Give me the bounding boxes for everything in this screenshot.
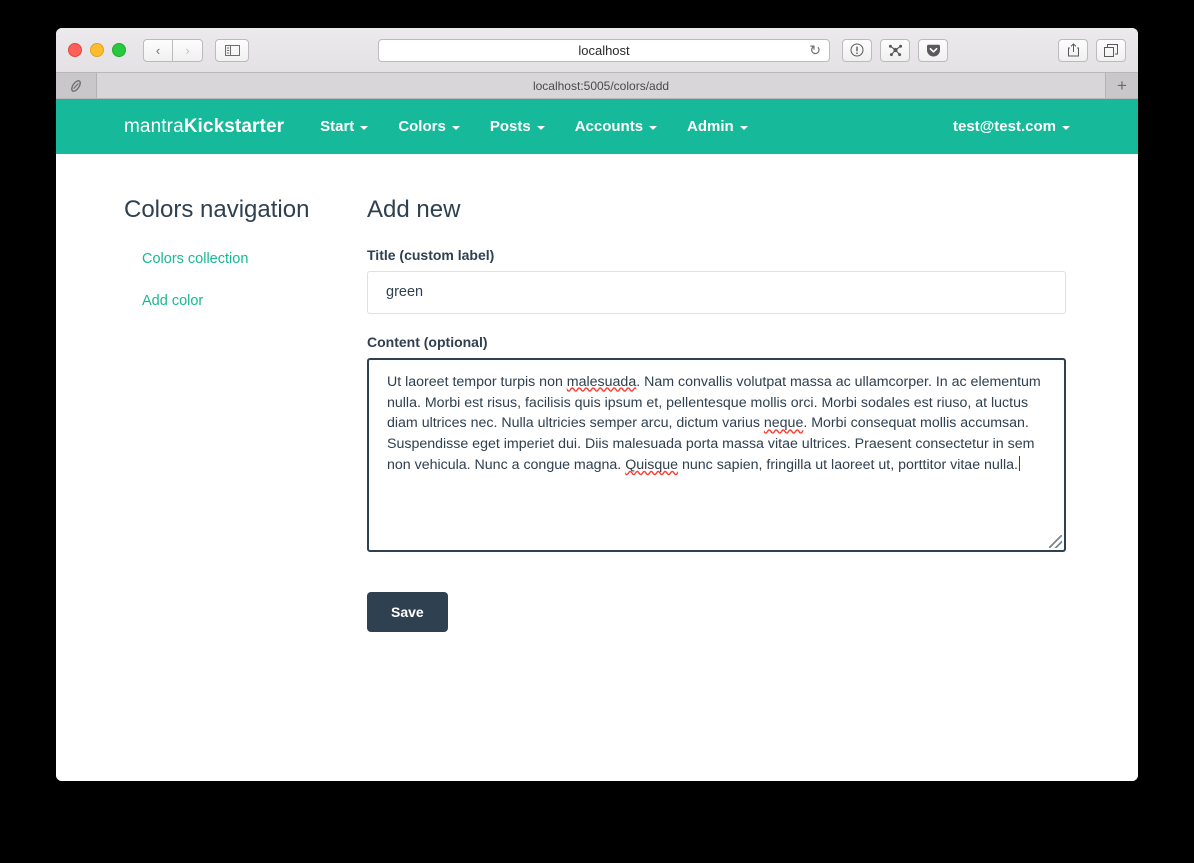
nav-item-admin[interactable]: Admin [687,118,748,135]
save-button[interactable]: Save [367,591,448,632]
extension-icon [888,44,902,57]
app-navbar: mantraKickstarter Start Colors Posts Acc… [56,99,1138,154]
pocket-icon [926,44,940,56]
toolbar-right-buttons [1058,38,1126,62]
chevron-down-icon [1062,125,1070,130]
nav-item-accounts[interactable]: Accounts [574,118,658,135]
content-field-group: Content (optional) Ut laoreet tempor tur… [367,334,1066,552]
page-content: mantraKickstarter Start Colors Posts Acc… [56,99,1138,781]
nav-item-label: Posts [489,118,531,135]
sidebar-item-add-color[interactable]: Add color [142,293,367,309]
address-bar[interactable]: localhost ↻ [378,38,830,62]
chevron-down-icon [649,125,658,130]
sidebar-title: Colors navigation [124,196,310,223]
title-input[interactable] [367,270,1066,314]
content-field-label: Content (optional) [367,333,488,350]
back-button[interactable]: ‹ [143,38,173,62]
sidebar-item-colors-collection[interactable]: Colors collection [142,251,367,267]
reload-icon[interactable]: ↻ [809,42,821,59]
textarea-resize-handle[interactable] [1049,534,1062,548]
share-button[interactable] [1058,38,1088,62]
colors-sidebar: Colors navigation Colors collection Add … [124,196,367,632]
active-tab[interactable]: localhost:5005/colors/add [97,73,1105,98]
show-tabs-button[interactable] [1096,38,1126,62]
nav-item-label: Accounts [574,118,644,135]
chevron-down-icon [739,125,748,130]
brand-light-text: mantra [124,115,184,137]
sidebar-icon [224,44,240,56]
page-title: Add new [367,196,461,223]
sidebar-toggle-button[interactable] [215,38,249,62]
nav-item-label: Colors [398,118,446,135]
tabs-icon [1104,43,1118,57]
browser-toolbar: ‹ › localhost ↻ [56,28,1138,73]
chevron-down-icon [536,125,545,130]
close-window-button[interactable] [68,43,82,57]
nav-item-start[interactable]: Start [320,118,369,135]
browser-window: ‹ › localhost ↻ localhost:5005/colors/ad… [56,28,1138,781]
navigation-buttons: ‹ › [143,38,203,62]
window-controls [68,43,126,57]
share-icon [1067,43,1079,57]
brand-logo[interactable]: mantraKickstarter [124,116,284,138]
content-textarea-text: Ut laoreet tempor turpis non malesuada. … [387,373,1041,473]
pocket-button[interactable] [918,38,948,62]
content-area: Colors navigation Colors collection Add … [56,154,1138,632]
navbar-items: Start Colors Posts Accounts Admin [320,118,778,135]
reader-info-button[interactable] [842,38,872,62]
zoom-window-button[interactable] [112,43,126,57]
text-cursor [1018,455,1020,471]
navbar-user-menu: test@test.com [953,118,1070,135]
nav-item-label: Start [320,118,355,135]
user-account-menu[interactable]: test@test.com [953,118,1070,135]
nav-item-label: Admin [687,118,734,135]
title-field-group: Title (custom label) [367,247,1066,314]
chevron-down-icon [360,125,369,130]
tab-favicon [56,73,97,98]
tab-bar: localhost:5005/colors/add + [56,73,1138,99]
extension-button[interactable] [880,38,910,62]
content-textarea[interactable]: Ut laoreet tempor turpis non malesuada. … [367,357,1066,552]
nav-item-posts[interactable]: Posts [490,118,545,135]
user-account-label: test@test.com [953,118,1056,135]
meteor-leaf-icon [71,79,81,92]
minimize-window-button[interactable] [90,43,104,57]
info-icon [850,43,864,57]
toolbar-utility-buttons [842,38,948,62]
nav-item-colors[interactable]: Colors [398,118,460,135]
title-field-label: Title (custom label) [367,246,495,263]
new-tab-button[interactable]: + [1105,73,1138,98]
brand-bold-text: Kickstarter [183,115,285,137]
chevron-down-icon [451,125,460,130]
address-bar-text: localhost [578,42,630,58]
forward-button[interactable]: › [173,38,203,62]
add-color-form: Add new Title (custom label) Content (op… [367,196,1138,632]
